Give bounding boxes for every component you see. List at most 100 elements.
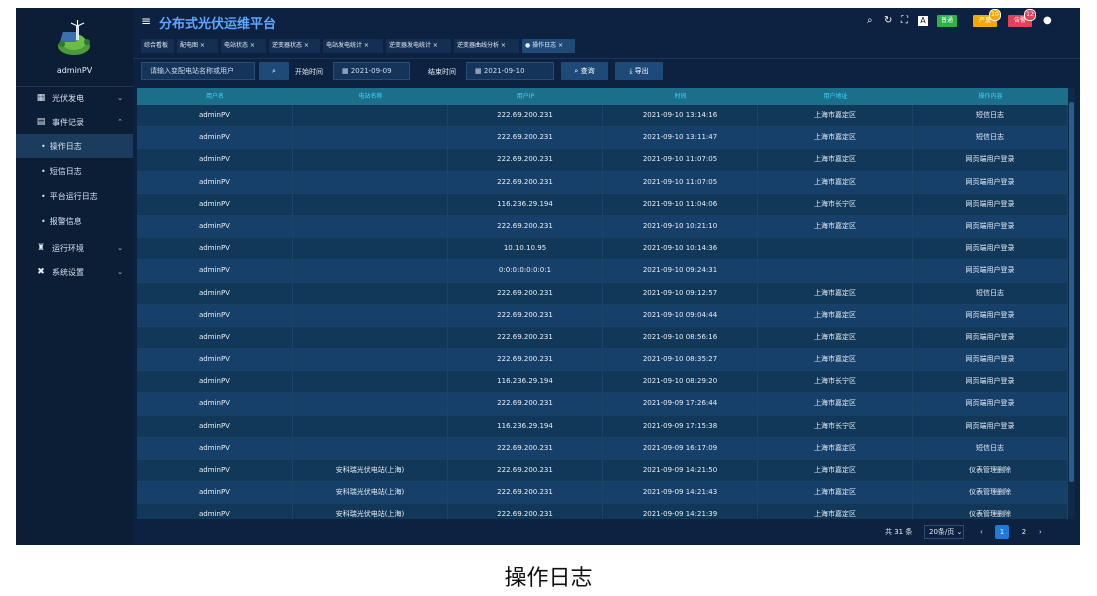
search-button[interactable]: ⌕ (259, 62, 289, 80)
menu-toggle-icon[interactable]: ≡ (141, 14, 151, 28)
chevron-up-icon: ⌃ (117, 118, 123, 126)
table-row[interactable]: adminPV 222.69.200.231 2021-09-09 17:26:44… (137, 393, 1068, 416)
query-button[interactable]: ⌕ 查询 (561, 62, 608, 80)
sidebar-subitem-sms-log[interactable]: • 短信日志 (16, 159, 133, 183)
table-cell: 上海市嘉定区 (758, 149, 913, 171)
page-size-select[interactable]: 20条/页 ⌄ (924, 525, 964, 539)
scrollbar-thumb[interactable] (1069, 102, 1074, 482)
table-cell: 网页端用户登录 (913, 149, 1068, 171)
table-header: 用户名 电站名称 用户IP 时间 用户地址 操作内容 (137, 88, 1068, 105)
table-row[interactable]: adminPV 安科瑞光伏电站(上海) 222.69.200.231 2021-09-… (137, 460, 1068, 483)
sidebar-subitem-label: 报警信息 (49, 216, 82, 226)
table-row[interactable]: adminPV 222.69.200.231 2021-09-10 13:14:16… (137, 105, 1068, 128)
table-cell (293, 393, 448, 415)
table-row[interactable]: adminPV 安科瑞光伏电站(上海) 222.69.200.231 2021-09-… (137, 482, 1068, 505)
operation-log-table: 用户名 电站名称 用户IP 时间 用户地址 操作内容 adminPV 222.69.200.… (137, 88, 1075, 519)
fullscreen-icon[interactable]: ⛶ (901, 15, 908, 26)
table-cell (293, 415, 448, 437)
tab-operation-log[interactable]: ● 操作日志 × (522, 39, 575, 53)
start-date-input[interactable]: ▦ 2021-09-09 (333, 62, 410, 80)
table-cell: 短信日志 (913, 105, 1068, 127)
table-row[interactable]: adminPV 222.69.200.231 2021-09-10 08:56:16… (137, 326, 1068, 350)
table-cell: 2021-09-09 17:26:44 (603, 393, 758, 415)
table-row[interactable]: adminPV 116.236.29.194 2021-09-09 17:15:38… (137, 415, 1068, 438)
table-cell (293, 304, 448, 326)
next-page-button[interactable]: › (1039, 525, 1042, 539)
table-cell: adminPV (137, 193, 293, 215)
export-button[interactable]: ⤓ 导出 (615, 62, 663, 80)
table-cell: 短信日志 (913, 282, 1068, 304)
user-icon[interactable]: ● (1043, 15, 1052, 26)
page-1-button[interactable]: 1 (995, 525, 1009, 539)
tab-dashboard[interactable]: 综合看板 (141, 39, 174, 53)
table-row[interactable]: adminPV 116.236.29.194 2021-09-10 08:29:20… (137, 371, 1068, 394)
bullet-icon: • (41, 191, 46, 201)
total-count: 共 31 条 (885, 528, 913, 536)
language-icon[interactable]: A (918, 16, 928, 26)
severe-alert-button[interactable]: 严重 10 (973, 9, 1001, 27)
table-row[interactable]: adminPV 安科瑞光伏电站(上海) 222.69.200.231 2021-09-… (137, 504, 1068, 519)
end-time-label: 结束时间 (428, 68, 456, 76)
table-row[interactable]: adminPV 222.69.200.231 2021-09-10 09:04:44… (137, 304, 1068, 327)
end-date-value: 2021-09-10 (483, 67, 525, 75)
table-row[interactable]: adminPV 222.69.200.231 2021-09-10 11:07:05… (137, 171, 1068, 194)
table-row[interactable]: adminPV 222.69.200.231 2021-09-09 16:17:09… (137, 437, 1068, 460)
table-cell: 安科瑞光伏电站(上海) (293, 460, 448, 482)
table-body: adminPV 222.69.200.231 2021-09-10 13:14:16… (137, 105, 1068, 519)
search-icon[interactable]: ⌕ (867, 15, 873, 26)
table-cell: adminPV (137, 105, 293, 127)
sidebar-item-settings[interactable]: ✖ 系统设置 ⌄ (16, 260, 133, 284)
table-cell (293, 260, 448, 282)
table-row[interactable]: adminPV 222.69.200.231 2021-09-10 13:11:47… (137, 127, 1068, 150)
query-label: 查询 (580, 67, 595, 75)
table-cell: 2021-09-09 14:21:50 (603, 460, 758, 482)
table-scrollbar[interactable] (1068, 88, 1075, 519)
table-cell: 222.69.200.231 (448, 127, 603, 149)
table-row[interactable]: adminPV 222.69.200.231 2021-09-10 11:07:05… (137, 149, 1068, 172)
table-cell: adminPV (137, 127, 293, 149)
normal-alert-button[interactable]: 普通 (937, 15, 957, 27)
table-cell: adminPV (137, 504, 293, 519)
table-row[interactable]: adminPV 222.69.200.231 2021-09-10 10:21:10… (137, 215, 1068, 239)
filter-bar: 请输入变配电站名称或用户 ⌕ 开始时间 ▦ 2021-09-09 结束时间 ▦ … (133, 58, 1080, 85)
table-cell: 上海市嘉定区 (758, 460, 913, 482)
bullet-icon: • (41, 141, 46, 151)
table-cell: 网页端用户登录 (913, 304, 1068, 326)
table-row[interactable]: adminPV 10.10.10.95 2021-09-10 10:14:36 网页端… (137, 238, 1068, 261)
table-cell: 2021-09-09 14:21:39 (603, 504, 758, 519)
table-cell: 上海市嘉定区 (758, 304, 913, 326)
table-row[interactable]: adminPV 116.236.29.194 2021-09-10 11:04:06… (137, 193, 1068, 216)
alarm-button[interactable]: 告警 12 (1008, 9, 1036, 27)
table-cell: adminPV (137, 238, 293, 260)
table-cell: 2021-09-10 10:21:10 (603, 215, 758, 238)
table-row[interactable]: adminPV 222.69.200.231 2021-09-10 08:35:27… (137, 349, 1068, 372)
sidebar-item-pv-generation[interactable]: ▦ 光伏发电 ⌄ (16, 86, 133, 110)
table-cell: 222.69.200.231 (448, 105, 603, 127)
sidebar-subitem-platform-log[interactable]: • 平台运行日志 (16, 184, 133, 208)
severe-count-badge: 10 (989, 9, 1001, 21)
table-cell (293, 371, 448, 393)
page-2-button[interactable]: 2 (1017, 525, 1031, 539)
sidebar-item-label: 事件记录 (52, 117, 84, 127)
sidebar-item-event-records[interactable]: ▤ 事件记录 ⌃ (16, 110, 133, 134)
sidebar-item-label: 光伏发电 (52, 93, 84, 103)
sidebar-subitem-operation-log[interactable]: • 操作日志 (16, 134, 133, 158)
refresh-icon[interactable]: ↻ (884, 15, 892, 26)
tab-inverter-status[interactable]: 逆变器状态 × (269, 39, 320, 53)
table-cell: 222.69.200.231 (448, 393, 603, 415)
end-date-input[interactable]: ▦ 2021-09-10 (466, 62, 554, 80)
tab-inverter-curve[interactable]: 逆变器曲线分析 × (454, 39, 519, 53)
table-cell (293, 149, 448, 171)
prev-page-button[interactable]: ‹ (980, 525, 983, 539)
sidebar-item-environment[interactable]: ♜ 运行环境 ⌄ (16, 236, 133, 260)
sidebar-subitem-alarm-info[interactable]: • 报警信息 (16, 209, 133, 233)
env-icon: ♜ (36, 243, 46, 253)
table-cell: 222.69.200.231 (448, 304, 603, 326)
tab-distribution-diagram[interactable]: 配电图 × (177, 39, 218, 53)
tab-station-generation[interactable]: 电站发电统计 × (323, 39, 383, 53)
search-input[interactable]: 请输入变配电站名称或用户 (141, 62, 255, 80)
table-row[interactable]: adminPV 222.69.200.231 2021-09-10 09:12:57… (137, 282, 1068, 305)
table-row[interactable]: adminPV 0:0:0:0:0:0:0:1 2021-09-10 09:24:3… (137, 260, 1068, 283)
tab-station-status[interactable]: 电站状态 × (221, 39, 266, 53)
tab-inverter-generation[interactable]: 逆变器发电统计 × (386, 39, 451, 53)
